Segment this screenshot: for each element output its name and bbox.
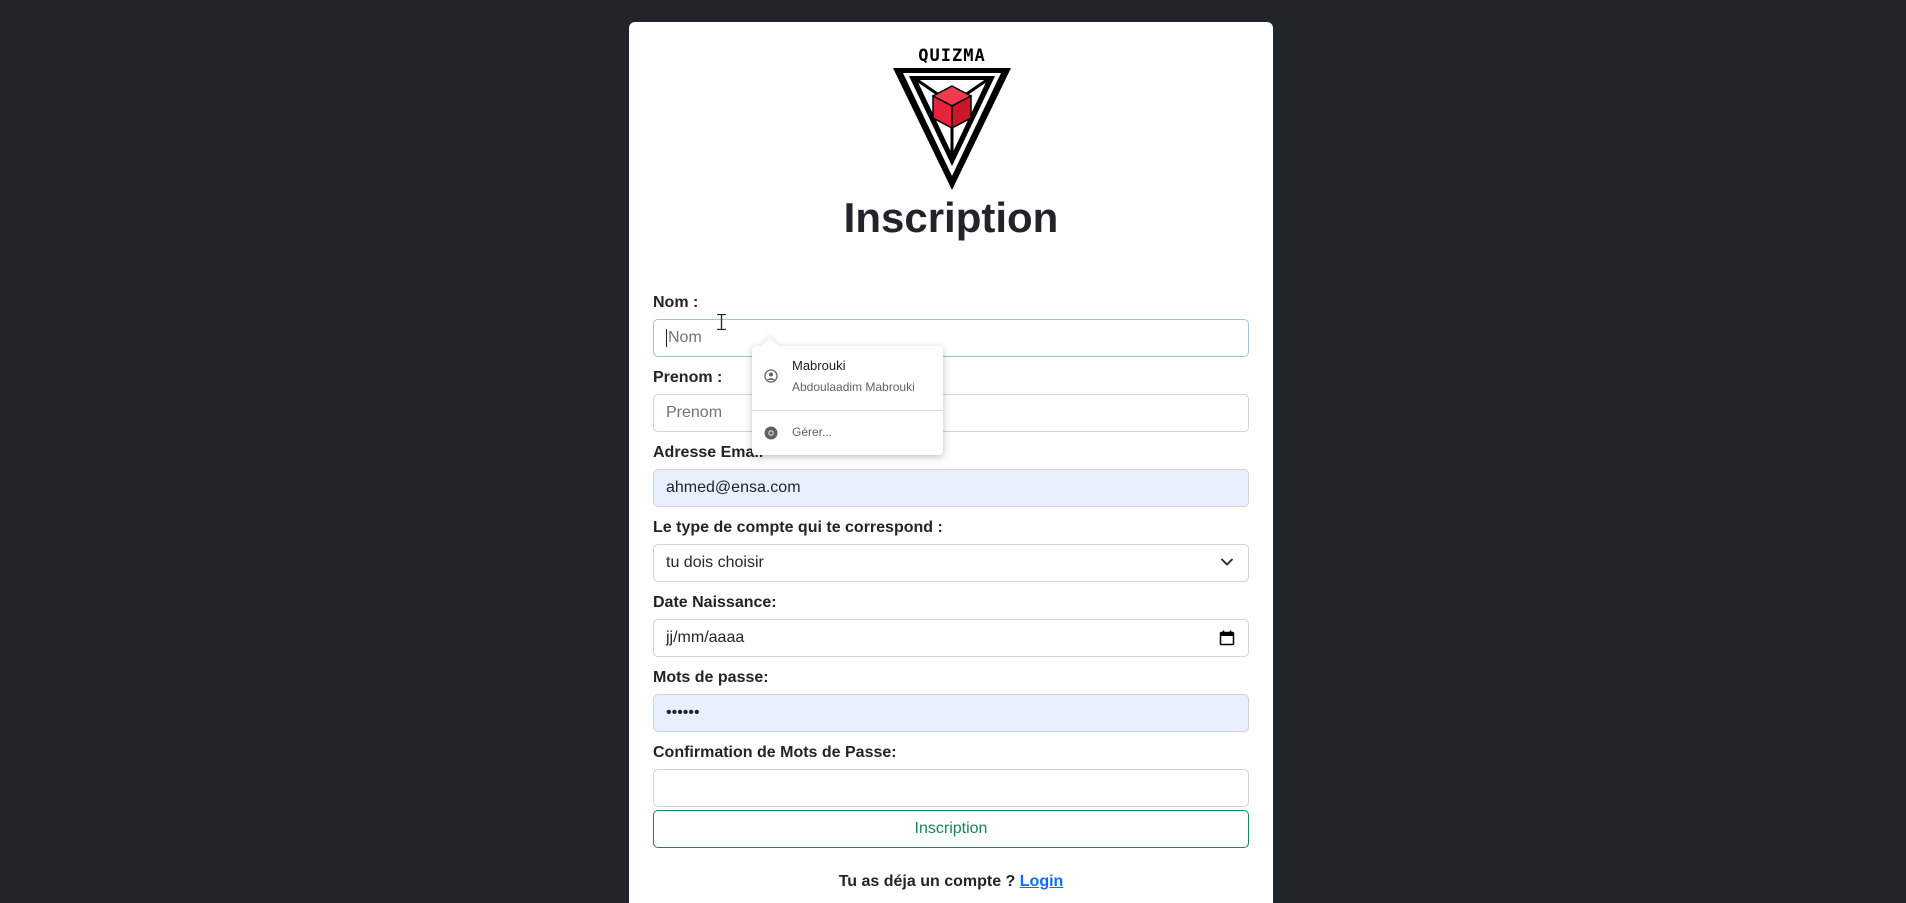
login-prompt: Tu as déja un compte ? Login [629, 873, 1273, 891]
autofill-suggestion[interactable]: Mabrouki Abdoulaadim Mabrouki [752, 346, 943, 410]
password-input[interactable]: •••••• [653, 694, 1249, 732]
ibeam-cursor-icon [717, 314, 726, 330]
account-type-value: tu dois choisir [666, 554, 764, 571]
suggestion-detail: Abdoulaadim Mabrouki [792, 380, 915, 394]
autofill-manage[interactable]: Gérer... [752, 411, 943, 455]
login-link[interactable]: Login [1020, 873, 1064, 890]
password-label: Mots de passe: [653, 669, 769, 686]
chrome-icon [764, 426, 778, 440]
account-type-select[interactable]: tu dois choisir [653, 544, 1249, 582]
account-type-label: Le type de compte qui te correspond : [653, 519, 943, 536]
calendar-icon[interactable] [1219, 630, 1235, 646]
confirm-password-input[interactable] [653, 769, 1249, 807]
autofill-dropdown: Mabrouki Abdoulaadim Mabrouki Gérer... [752, 337, 943, 455]
signup-card: QUIZMA Inscription Nom : Nom Prenom : Pr… [629, 22, 1273, 903]
quizma-logo: QUIZMA [891, 46, 1013, 192]
nom-input[interactable]: Nom [653, 319, 1249, 357]
nom-label: Nom : [653, 294, 699, 311]
nom-placeholder: Nom [668, 329, 702, 346]
account-circle-icon [764, 369, 778, 383]
text-caret [666, 328, 667, 347]
login-prompt-text: Tu as déja un compte ? [838, 873, 1016, 890]
page-title: Inscription [843, 194, 1059, 241]
birthdate-input[interactable]: jj/mm/aaaa [653, 619, 1249, 657]
password-value: •••••• [666, 704, 700, 721]
chevron-down-icon [1220, 558, 1234, 566]
prenom-placeholder: Prenom [666, 404, 723, 421]
suggestion-name: Mabrouki [792, 358, 846, 373]
birthdate-label: Date Naissance: [653, 594, 777, 611]
email-value: ahmed@ensa.com [666, 479, 801, 496]
cube-triangle-logo-icon [893, 68, 1011, 190]
email-label: Adresse Email [653, 444, 764, 461]
email-input[interactable]: ahmed@ensa.com [653, 469, 1249, 507]
confirm-password-label: Confirmation de Mots de Passe: [653, 744, 897, 761]
birthdate-placeholder: jj/mm/aaaa [666, 629, 745, 646]
manage-label: Gérer... [792, 425, 833, 439]
logo-text: QUIZMA [918, 46, 986, 66]
signup-button[interactable]: Inscription [653, 810, 1249, 848]
prenom-label: Prenom : [653, 369, 723, 386]
prenom-input[interactable]: Prenom [653, 394, 1249, 432]
